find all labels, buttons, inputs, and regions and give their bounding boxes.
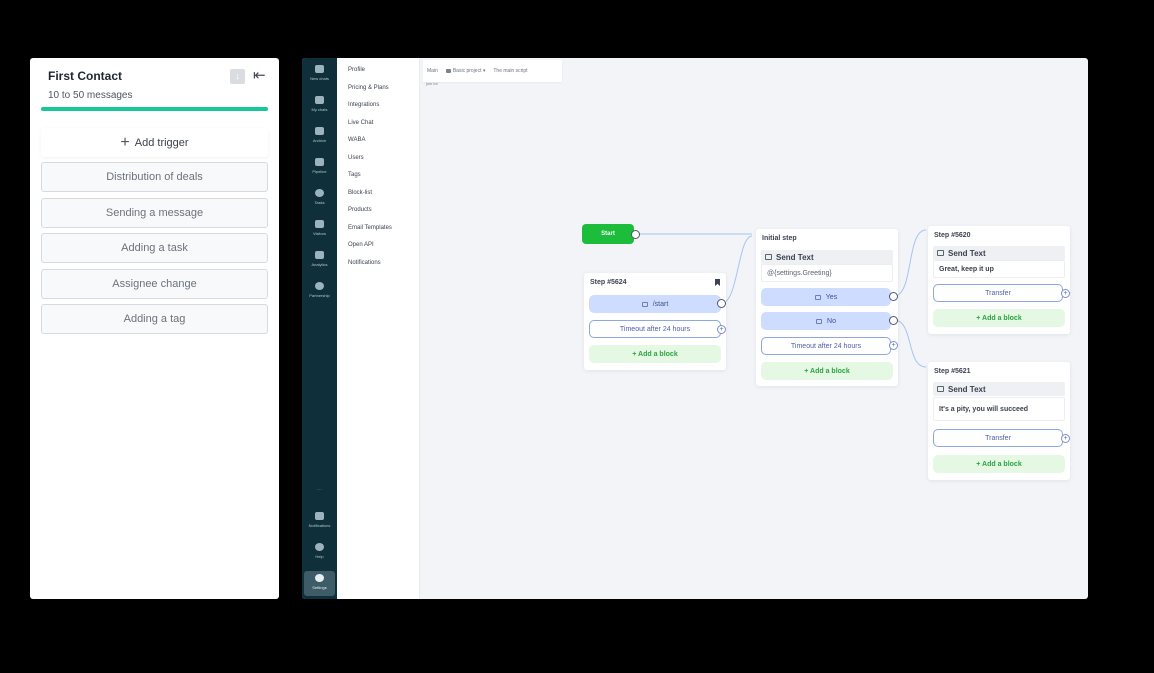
start-command-connector[interactable]: [717, 299, 726, 308]
trigger-sending-a-message[interactable]: Sending a message: [41, 197, 268, 228]
initial-step-title: Initial step: [762, 235, 797, 242]
no-connector[interactable]: [889, 316, 898, 325]
trigger-distribution-of-deals[interactable]: Distribution of deals: [41, 162, 268, 192]
transfer-button[interactable]: Transfer: [933, 429, 1063, 447]
message-icon: [816, 318, 823, 324]
menu-waba[interactable]: WABA: [348, 137, 365, 143]
menu-tags[interactable]: Tags: [348, 172, 361, 178]
send-text-header: Send Text: [933, 382, 1065, 396]
send-text-icon: [765, 254, 772, 260]
send-text-header: Send Text: [933, 246, 1065, 260]
transfer-add-icon[interactable]: +: [1061, 289, 1070, 298]
bell-icon: [315, 512, 324, 520]
wire-no: [893, 319, 927, 368]
add-trigger-button[interactable]: + Add trigger: [41, 128, 268, 157]
menu-live-chat[interactable]: Live Chat: [348, 120, 373, 126]
nav-notifications[interactable]: Notifications: [302, 512, 337, 528]
send-text-icon: [937, 386, 944, 392]
add-trigger-label: Add trigger: [134, 136, 189, 149]
add-block-button[interactable]: + Add a block: [761, 362, 893, 380]
message-text[interactable]: It's a pity, you will succeed: [933, 397, 1065, 421]
nav-settings[interactable]: Settings: [304, 571, 335, 596]
archive-icon: [315, 127, 324, 135]
app-window: New chats My chats Archive Pipeline Task…: [302, 58, 1088, 599]
start-node[interactable]: Start: [582, 224, 634, 244]
visitors-icon: [315, 220, 324, 228]
menu-block-list[interactable]: Block-list: [348, 190, 372, 196]
wire-5624: [721, 235, 753, 304]
trigger-adding-a-tag[interactable]: Adding a tag: [41, 304, 268, 334]
step-5624-card[interactable]: Step #5624 /start Timeout after 24 hours…: [584, 273, 726, 370]
nav-my-chats[interactable]: My chats: [302, 96, 337, 112]
gear-icon: [315, 574, 324, 582]
trigger-assignee-change[interactable]: Assignee change: [41, 268, 268, 299]
download-icon[interactable]: ↓: [230, 69, 245, 84]
trigger-panel: First Contact 10 to 50 messages ↓ ⇤ + Ad…: [30, 58, 279, 599]
answer-yes-button[interactable]: Yes: [761, 288, 891, 306]
nav-archive[interactable]: Archive: [302, 127, 337, 143]
message-text[interactable]: Great, keep it up: [933, 260, 1065, 278]
transfer-button[interactable]: Transfer: [933, 284, 1063, 302]
analytics-icon: [315, 251, 324, 259]
step-5620-card[interactable]: Step #5620 Send Text Great, keep it up T…: [928, 226, 1070, 334]
add-block-button[interactable]: + Add a block: [933, 309, 1065, 327]
panel-title: First Contact: [48, 69, 123, 83]
nav-tasks[interactable]: Tasks: [302, 189, 337, 205]
menu-notifications[interactable]: Notifications: [348, 260, 381, 266]
timeout-add-icon[interactable]: +: [889, 341, 898, 350]
menu-integrations[interactable]: Integrations: [348, 102, 379, 108]
timeout-button[interactable]: Timeout after 24 hours: [761, 337, 891, 355]
menu-email-templates[interactable]: Email Templates: [348, 225, 392, 231]
nav-analytics[interactable]: Analytics: [302, 251, 337, 267]
message-icon: [641, 301, 648, 307]
nav-pipeline[interactable]: Pipeline: [302, 158, 337, 174]
menu-users[interactable]: Users: [348, 155, 364, 161]
nav-dots: ...: [316, 486, 322, 492]
add-block-button[interactable]: + Add a block: [589, 345, 721, 363]
plus-icon: +: [120, 133, 130, 151]
wire-yes: [893, 229, 927, 297]
pipeline-icon: [315, 158, 324, 166]
send-text-icon: [937, 250, 944, 256]
menu-products[interactable]: Products: [348, 207, 372, 213]
settings-menu: Profile Pricing & Plans Integrations Liv…: [337, 58, 420, 599]
menu-open-api[interactable]: Open API: [348, 242, 374, 248]
panel-subtitle: 10 to 50 messages: [48, 90, 133, 101]
step-5621-card[interactable]: Step #5621 Send Text It's a pity, you wi…: [928, 362, 1070, 480]
start-connector[interactable]: [631, 230, 640, 239]
start-command-button[interactable]: /start: [589, 295, 721, 313]
transfer-add-icon[interactable]: +: [1061, 434, 1070, 443]
add-block-button[interactable]: + Add a block: [933, 455, 1065, 473]
trigger-list: Distribution of deals Sending a message …: [41, 162, 268, 340]
tasks-icon: [315, 189, 324, 197]
greeting-text[interactable]: @{settings.Greeting}: [761, 264, 893, 282]
step-5621-title: Step #5621: [934, 368, 971, 375]
collapse-panel-icon[interactable]: ⇤: [253, 67, 271, 85]
menu-pricing-plans[interactable]: Pricing & Plans: [348, 85, 389, 91]
main-nav: New chats My chats Archive Pipeline Task…: [302, 58, 337, 599]
step-5620-title: Step #5620: [934, 232, 971, 239]
flow-canvas[interactable]: Main Basic project ▾ The main script joi…: [420, 58, 1088, 599]
progress-bar: [41, 107, 268, 111]
nav-help[interactable]: Help: [302, 543, 337, 559]
new-chats-icon: [315, 65, 324, 73]
chat-icon: [315, 96, 324, 104]
partnership-icon: [315, 282, 324, 290]
answer-no-button[interactable]: No: [761, 312, 891, 330]
yes-connector[interactable]: [889, 292, 898, 301]
nav-partnership[interactable]: Partnership: [302, 282, 337, 298]
send-text-header: Send Text: [761, 250, 893, 264]
bookmark-icon[interactable]: [715, 279, 720, 286]
nav-visitors[interactable]: Visitors: [302, 220, 337, 236]
menu-profile[interactable]: Profile: [348, 67, 365, 73]
timeout-add-icon[interactable]: +: [717, 325, 726, 334]
timeout-button[interactable]: Timeout after 24 hours: [589, 320, 721, 338]
step-5624-title: Step #5624: [590, 279, 627, 286]
trigger-adding-a-task[interactable]: Adding a task: [41, 233, 268, 263]
message-icon: [814, 294, 821, 300]
nav-new-chats[interactable]: New chats: [302, 65, 337, 81]
help-icon: [315, 543, 324, 551]
initial-step-card[interactable]: Initial step Send Text @{settings.Greeti…: [756, 229, 898, 386]
